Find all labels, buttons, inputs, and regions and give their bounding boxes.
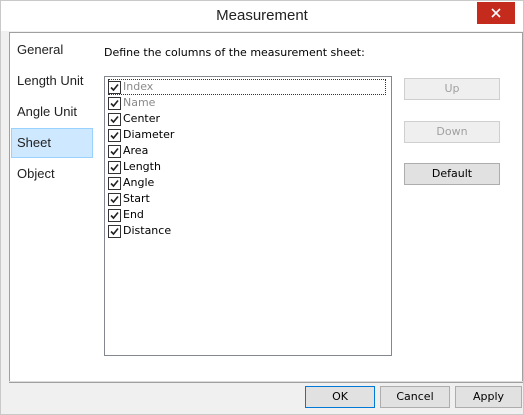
column-label: Area [123,144,149,157]
column-row-length[interactable]: Length [108,159,386,175]
column-checkbox[interactable] [108,209,121,222]
sheet-settings-panel: Define the columns of the measurement sh… [94,32,523,383]
close-button[interactable] [477,2,515,24]
column-checkbox[interactable] [108,225,121,238]
column-checkbox[interactable] [108,113,121,126]
up-button[interactable]: Up [404,78,500,100]
column-checkbox[interactable] [108,177,121,190]
column-row-index[interactable]: Index [108,79,386,95]
default-button[interactable]: Default [404,163,500,185]
column-checkbox[interactable] [108,161,121,174]
ok-button[interactable]: OK [305,386,375,408]
down-button[interactable]: Down [404,121,500,143]
title-bar: Measurement [1,1,523,31]
column-label: Angle [123,176,155,189]
column-label: Diameter [123,128,175,141]
check-icon [110,99,119,108]
window-title: Measurement [216,7,308,24]
column-row-angle[interactable]: Angle [108,175,386,191]
check-icon [110,115,119,124]
check-icon [110,147,119,156]
sidebar-item-angle-unit[interactable]: Angle Unit [11,97,93,127]
column-label: Index [123,80,154,93]
column-checkbox[interactable] [108,81,121,94]
column-label: Length [123,160,161,173]
sidebar-item-sheet[interactable]: Sheet [11,128,93,158]
category-sidebar: General Length Unit Angle Unit Sheet Obj… [9,32,95,383]
column-checkbox[interactable] [108,97,121,110]
column-label: Distance [123,224,172,237]
column-label: Name [123,96,156,109]
check-icon [110,83,119,92]
column-row-distance[interactable]: Distance [108,223,386,239]
check-icon [110,179,119,188]
column-row-name[interactable]: Name [108,95,386,111]
column-label: End [123,208,144,221]
column-checkbox[interactable] [108,129,121,142]
sidebar-item-object[interactable]: Object [11,159,93,189]
check-icon [110,227,119,236]
column-checkbox[interactable] [108,145,121,158]
sidebar-item-length-unit[interactable]: Length Unit [11,66,93,96]
measurement-dialog: Measurement General Length Unit Angle Un… [0,0,524,415]
sidebar-item-general[interactable]: General [11,35,93,65]
footer-divider [9,381,523,382]
column-checkbox[interactable] [108,193,121,206]
check-icon [110,195,119,204]
check-icon [110,131,119,140]
check-icon [110,211,119,220]
column-label: Center [123,112,161,125]
column-row-center[interactable]: Center [108,111,386,127]
check-icon [110,163,119,172]
column-row-diameter[interactable]: Diameter [108,127,386,143]
apply-button[interactable]: Apply [455,386,522,408]
cancel-button[interactable]: Cancel [380,386,450,408]
column-row-start[interactable]: Start [108,191,386,207]
column-label: Start [123,192,150,205]
sheet-description: Define the columns of the measurement sh… [104,46,365,59]
columns-listbox[interactable]: Index Name Center Diameter Area Length A… [104,76,392,356]
column-row-area[interactable]: Area [108,143,386,159]
close-icon [491,8,501,18]
column-row-end[interactable]: End [108,207,386,223]
